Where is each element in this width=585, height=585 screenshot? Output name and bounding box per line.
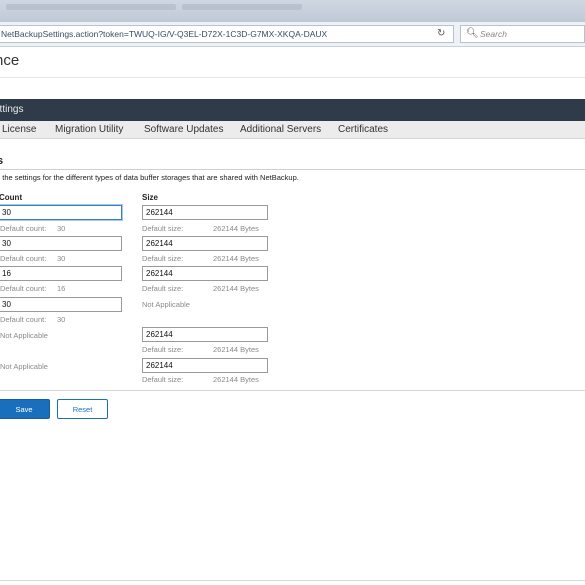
default-count-value: 30 bbox=[57, 224, 66, 233]
default-count-label: Default count: bbox=[0, 284, 47, 293]
divider bbox=[0, 169, 585, 170]
settings-tabs: License Migration Utility Software Updat… bbox=[0, 121, 585, 139]
section-description: e the settings for the different types o… bbox=[0, 173, 299, 182]
divider bbox=[0, 77, 585, 78]
settings-header-bar: ettings bbox=[0, 99, 585, 121]
address-text: NetBackupSettings.action?token=TWUQ-IG/V… bbox=[1, 29, 328, 39]
count-column-header: Count bbox=[0, 193, 23, 202]
size-column-header: Size bbox=[142, 193, 159, 202]
section-heading: s bbox=[0, 155, 4, 167]
default-size-value: 262144 Bytes bbox=[213, 254, 259, 263]
page-title: nce bbox=[0, 52, 20, 69]
size-input[interactable] bbox=[142, 205, 268, 220]
search-placeholder: Search bbox=[480, 29, 507, 39]
count-input[interactable] bbox=[0, 297, 122, 312]
save-button[interactable]: Save bbox=[0, 399, 50, 419]
tab-migration-utility[interactable]: Migration Utility bbox=[55, 124, 123, 135]
default-size-label: Default size: bbox=[142, 254, 184, 263]
reset-button[interactable]: Reset bbox=[57, 399, 108, 419]
settings-header-label: ettings bbox=[0, 104, 24, 115]
titlebar-text bbox=[6, 4, 176, 10]
count-not-applicable: Not Applicable bbox=[0, 362, 48, 371]
size-input[interactable] bbox=[142, 327, 268, 342]
tab-license[interactable]: License bbox=[2, 124, 36, 135]
browser-titlebar bbox=[0, 0, 585, 22]
default-count-value: 30 bbox=[57, 315, 66, 324]
default-size-label: Default size: bbox=[142, 375, 184, 384]
browser-search-input[interactable]: 🔍︎ Search bbox=[460, 25, 585, 43]
default-count-value: 30 bbox=[57, 254, 66, 263]
count-input[interactable] bbox=[0, 266, 122, 281]
divider bbox=[0, 580, 585, 581]
default-count-label: Default count: bbox=[0, 315, 47, 324]
reload-icon[interactable]: ↻ bbox=[437, 28, 445, 39]
divider bbox=[0, 390, 585, 391]
size-input[interactable] bbox=[142, 266, 268, 281]
size-not-applicable: Not Applicable bbox=[142, 300, 190, 309]
address-bar[interactable]: NetBackupSettings.action?token=TWUQ-IG/V… bbox=[0, 25, 454, 43]
tab-additional-servers[interactable]: Additional Servers bbox=[240, 124, 321, 135]
count-input[interactable] bbox=[0, 236, 122, 251]
search-icon: 🔍︎ bbox=[466, 28, 479, 39]
browser-navbar: NetBackupSettings.action?token=TWUQ-IG/V… bbox=[0, 22, 585, 47]
count-input[interactable] bbox=[0, 205, 122, 220]
tab-certificates[interactable]: Certificates bbox=[338, 124, 388, 135]
size-input[interactable] bbox=[142, 236, 268, 251]
tab-software-updates[interactable]: Software Updates bbox=[144, 124, 224, 135]
default-count-label: Default count: bbox=[0, 224, 47, 233]
default-size-label: Default size: bbox=[142, 345, 184, 354]
default-size-value: 262144 Bytes bbox=[213, 284, 259, 293]
default-size-value: 262144 Bytes bbox=[213, 345, 259, 354]
size-input[interactable] bbox=[142, 358, 268, 373]
titlebar-text bbox=[182, 4, 302, 10]
default-size-label: Default size: bbox=[142, 284, 184, 293]
default-count-label: Default count: bbox=[0, 254, 47, 263]
default-size-label: Default size: bbox=[142, 224, 184, 233]
default-size-value: 262144 Bytes bbox=[213, 375, 259, 384]
default-size-value: 262144 Bytes bbox=[213, 224, 259, 233]
default-count-value: 16 bbox=[57, 284, 66, 293]
count-not-applicable: Not Applicable bbox=[0, 331, 48, 340]
